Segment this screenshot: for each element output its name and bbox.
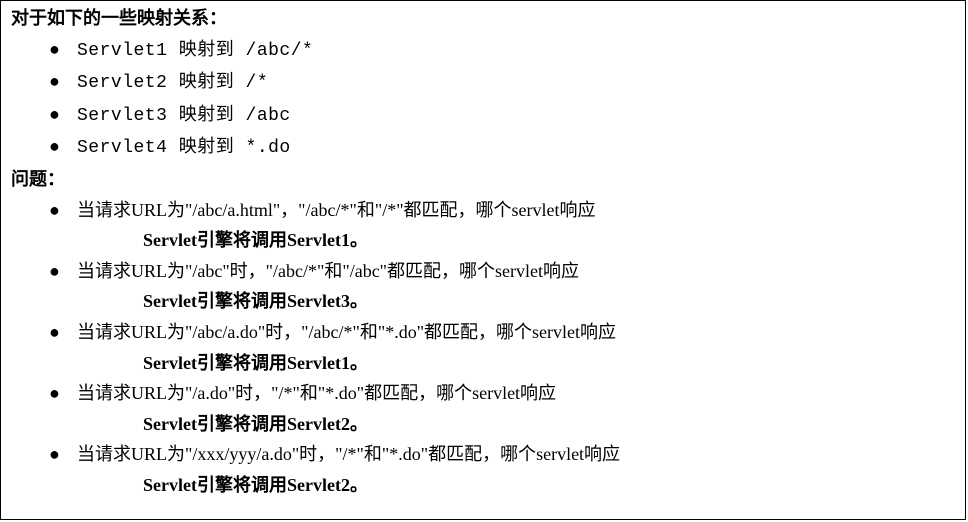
answer-text: Servlet引擎将调用Servlet3。 [77, 286, 955, 317]
bullet-icon: ● [49, 256, 77, 287]
list-item: ●当请求URL为"/a.do"时，"/*"和"*.do"都匹配，哪个servle… [11, 378, 955, 439]
list-item: ●当请求URL为"/xxx/yyy/a.do"时，"/*"和"*.do"都匹配，… [11, 439, 955, 500]
answer-text: Servlet引擎将调用Servlet2。 [77, 409, 955, 440]
bullet-icon: ● [49, 378, 77, 409]
list-item: ●Servlet3 映射到 /abc [11, 99, 955, 132]
mapping-text: Servlet3 映射到 /abc [77, 106, 291, 126]
bullet-icon: ● [49, 66, 77, 97]
question-list: ●当请求URL为"/abc/a.html"，"/abc/*"和"/*"都匹配，哪… [11, 195, 955, 501]
bullet-icon: ● [49, 131, 77, 162]
bullet-icon: ● [49, 34, 77, 65]
mapping-text: Servlet2 映射到 /* [77, 73, 268, 93]
question-text: 当请求URL为"/a.do"时，"/*"和"*.do"都匹配，哪个servlet… [77, 383, 556, 403]
answer-text: Servlet引擎将调用Servlet2。 [77, 470, 955, 501]
answer-text: Servlet引擎将调用Servlet1。 [77, 225, 955, 256]
bullet-icon: ● [49, 99, 77, 130]
list-item: ●当请求URL为"/abc/a.html"，"/abc/*"和"/*"都匹配，哪… [11, 195, 955, 256]
question-text: 当请求URL为"/xxx/yyy/a.do"时，"/*"和"*.do"都匹配，哪… [77, 444, 620, 464]
list-item: ●Servlet4 映射到 *.do [11, 131, 955, 164]
mapping-list: ●Servlet1 映射到 /abc/* ●Servlet2 映射到 /* ●S… [11, 34, 955, 164]
list-item: ●Servlet2 映射到 /* [11, 66, 955, 99]
list-item: ●当请求URL为"/abc"时，"/abc/*"和"/abc"都匹配，哪个ser… [11, 256, 955, 317]
question-text: 当请求URL为"/abc/a.do"时，"/abc/*"和"*.do"都匹配，哪… [77, 322, 616, 342]
document-frame: 对于如下的一些映射关系： ●Servlet1 映射到 /abc/* ●Servl… [0, 0, 966, 520]
mapping-text: Servlet4 映射到 *.do [77, 138, 291, 158]
question-text: 当请求URL为"/abc"时，"/abc/*"和"/abc"都匹配，哪个serv… [77, 261, 579, 281]
bullet-icon: ● [49, 317, 77, 348]
bullet-icon: ● [49, 439, 77, 470]
list-item: ●当请求URL为"/abc/a.do"时，"/abc/*"和"*.do"都匹配，… [11, 317, 955, 378]
section-heading-questions: 问题： [11, 164, 955, 195]
mapping-text: Servlet1 映射到 /abc/* [77, 41, 313, 61]
section-heading-mappings: 对于如下的一些映射关系： [11, 3, 955, 34]
question-text: 当请求URL为"/abc/a.html"，"/abc/*"和"/*"都匹配，哪个… [77, 200, 596, 220]
list-item: ●Servlet1 映射到 /abc/* [11, 34, 955, 67]
answer-text: Servlet引擎将调用Servlet1。 [77, 348, 955, 379]
bullet-icon: ● [49, 195, 77, 226]
